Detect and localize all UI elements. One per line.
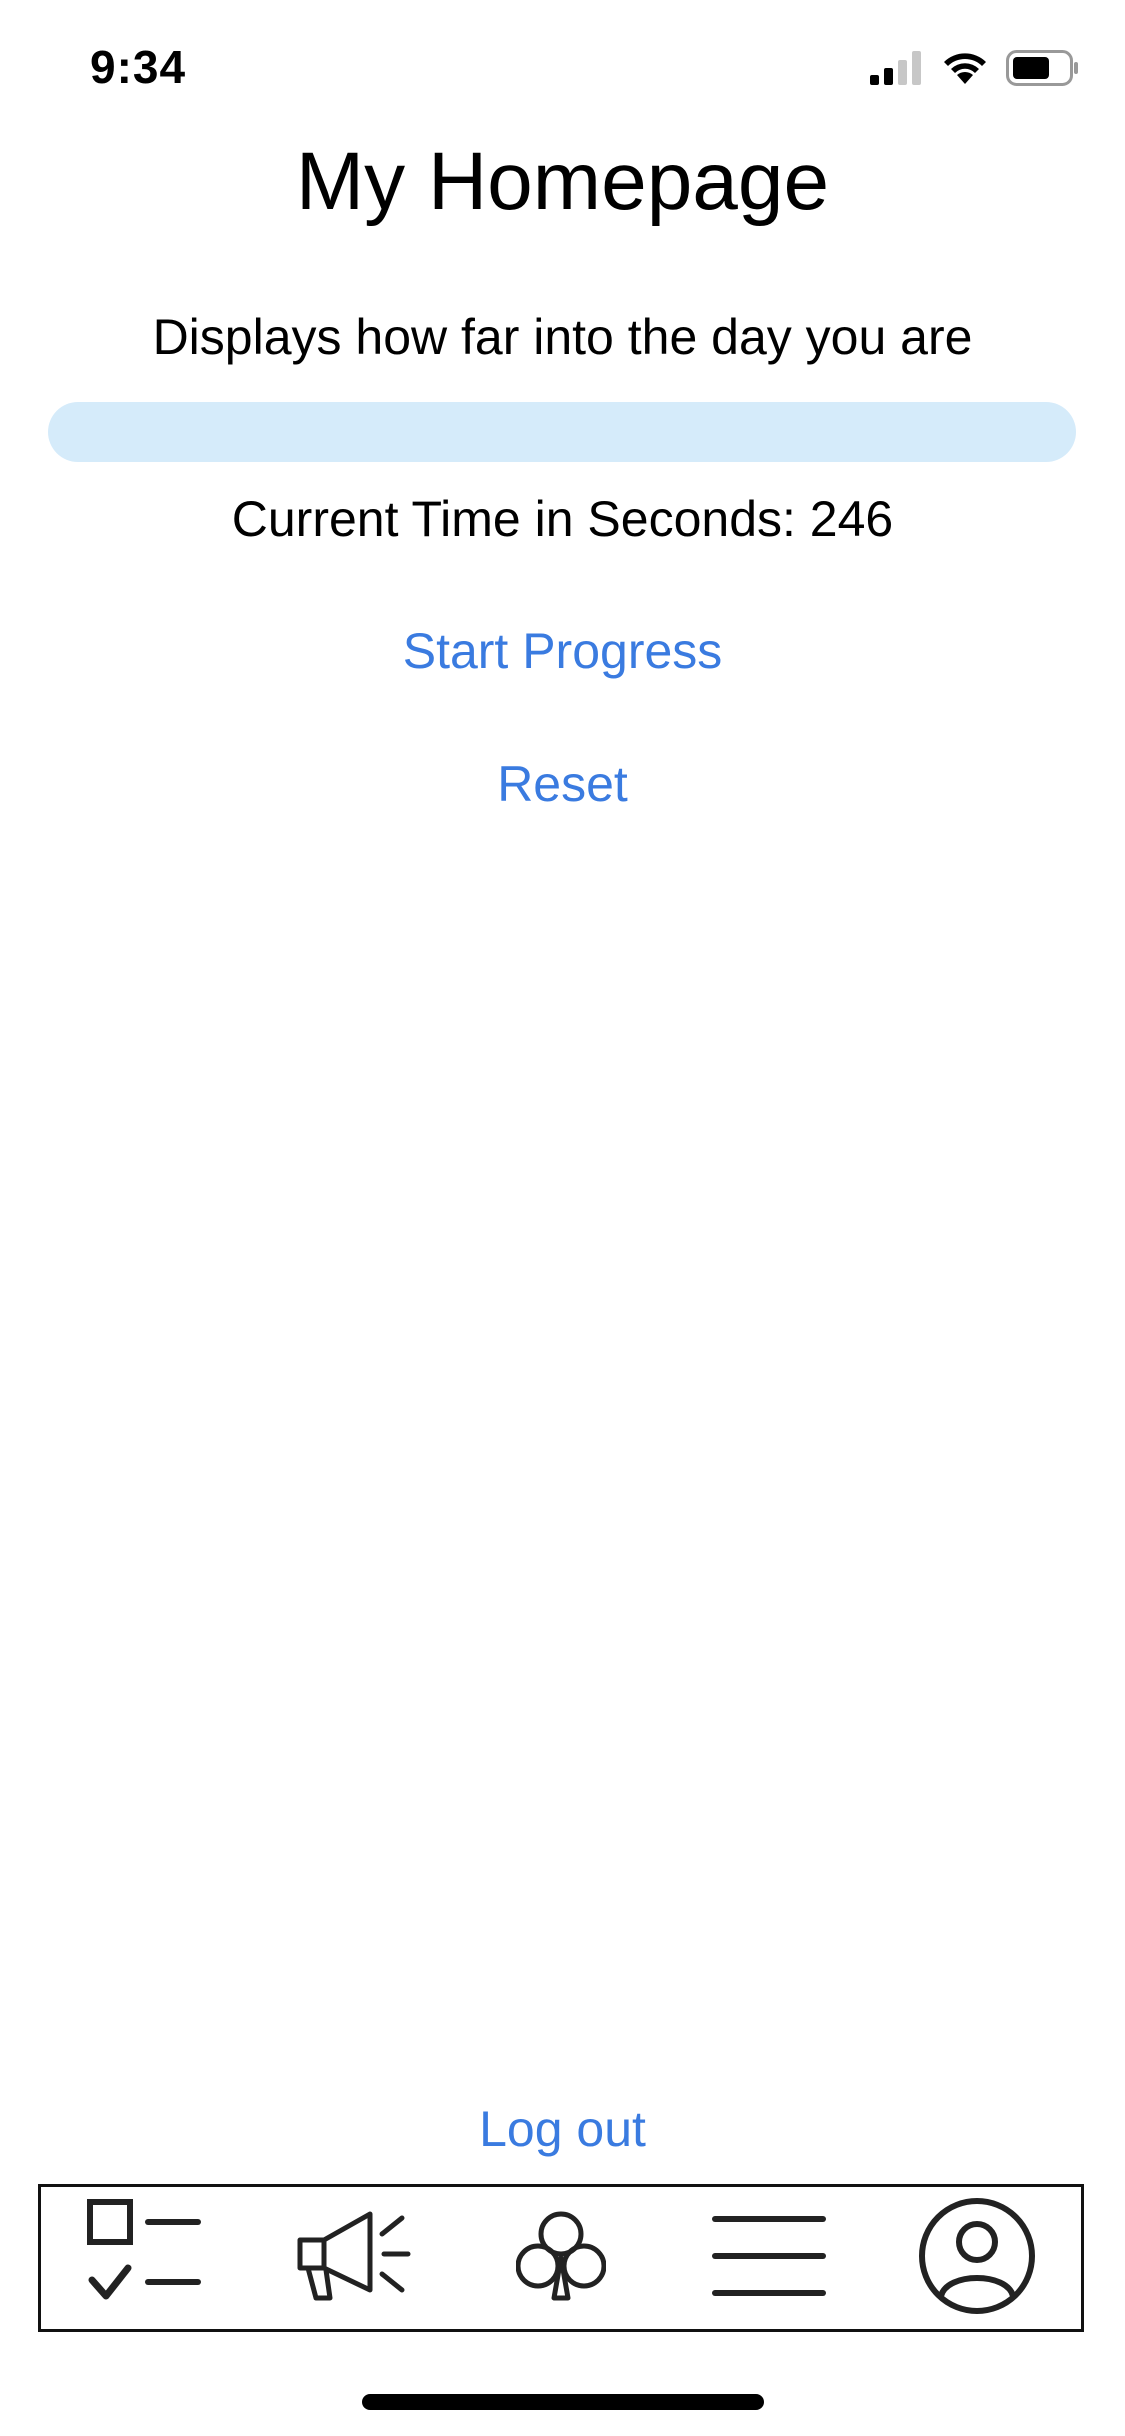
current-time-label: Current Time in Seconds: 246: [231, 491, 894, 547]
profile-icon: [917, 2196, 1037, 2321]
status-bar: 9:34: [0, 0, 1125, 130]
battery-icon: [1006, 50, 1080, 91]
progress-description: Displays how far into the day you are: [152, 309, 973, 365]
tab-bar: [38, 2184, 1084, 2332]
cellular-signal-icon: [870, 51, 924, 90]
tab-clubs[interactable]: [491, 2193, 631, 2323]
logout-button[interactable]: Log out: [0, 2100, 1125, 2158]
tab-announcements[interactable]: [283, 2193, 423, 2323]
reset-button[interactable]: Reset: [0, 755, 1125, 813]
tab-profile[interactable]: [907, 2193, 1047, 2323]
day-progress-bar: [48, 402, 1076, 462]
megaphone-icon: [294, 2206, 412, 2311]
tab-menu[interactable]: [699, 2193, 839, 2323]
page-title: My Homepage: [295, 136, 830, 227]
wifi-icon: [942, 51, 988, 90]
checklist-icon: [86, 2198, 204, 2319]
start-progress-button[interactable]: Start Progress: [0, 622, 1125, 680]
tab-checklist[interactable]: [75, 2193, 215, 2323]
status-icons: [870, 50, 1080, 91]
screen: 9:34 My Homepage Displays how far into t…: [0, 0, 1125, 2436]
status-time: 9:34: [90, 41, 187, 93]
home-indicator: [362, 2394, 764, 2410]
menu-icon: [711, 2211, 827, 2306]
club-icon: [515, 2208, 607, 2309]
